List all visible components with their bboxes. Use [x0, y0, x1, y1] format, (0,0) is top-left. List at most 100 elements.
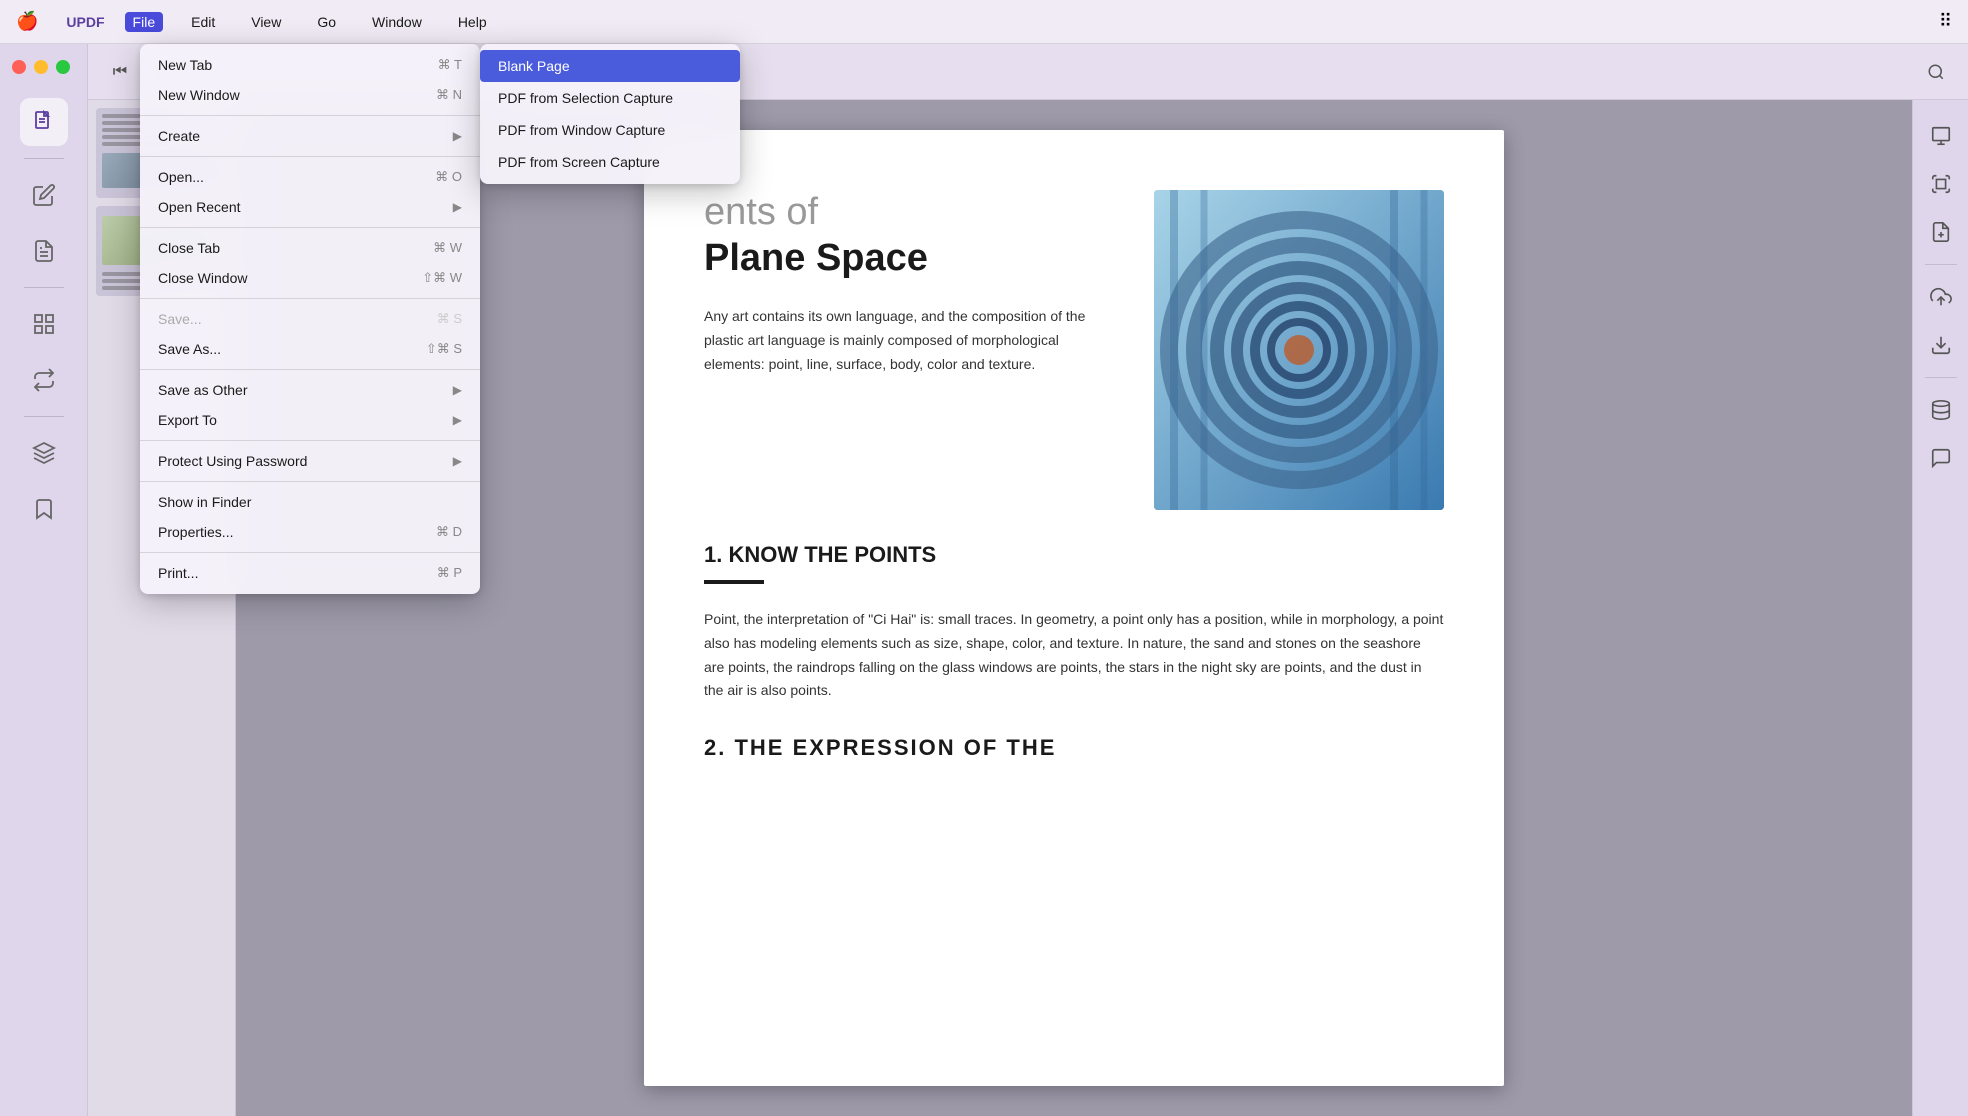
right-sidebar-divider-1 — [1925, 264, 1957, 265]
pdf-top-text: ents of Plane Space Any art contains its… — [704, 190, 1114, 510]
menu-open-shortcut: ⌘ O — [435, 169, 462, 185]
sidebar-divider-1 — [24, 158, 64, 159]
chat-button[interactable] — [1921, 438, 1961, 478]
app-name[interactable]: UPDF — [66, 14, 104, 30]
menu-show-finder-label: Show in Finder — [158, 494, 251, 510]
menubar-view[interactable]: View — [243, 12, 289, 32]
menu-item-save-as-other[interactable]: Save as Other ▶ — [140, 375, 480, 405]
menu-item-close-tab[interactable]: Close Tab ⌘ W — [140, 233, 480, 263]
control-strip: ⠿ — [1939, 11, 1952, 32]
pdf-page: ents of Plane Space Any art contains its… — [644, 130, 1504, 1086]
menu-sep-6 — [140, 440, 480, 441]
menu-sep-5 — [140, 369, 480, 370]
menu-sep-3 — [140, 227, 480, 228]
apple-menu-icon[interactable]: 🍎 — [16, 11, 38, 32]
submenu-item-pdf-screen[interactable]: PDF from Screen Capture — [480, 146, 740, 178]
file-menu[interactable]: New Tab ⌘ T New Window ⌘ N Create ▶ Open… — [140, 44, 480, 594]
menu-print-label: Print... — [158, 565, 198, 581]
sidebar-divider-3 — [24, 416, 64, 417]
menu-item-new-tab[interactable]: New Tab ⌘ T — [140, 50, 480, 80]
sidebar-item-document[interactable] — [20, 98, 68, 146]
pdf-heading: ents of Plane Space — [704, 190, 1114, 281]
menu-close-tab-label: Close Tab — [158, 240, 220, 256]
menu-item-export-to[interactable]: Export To ▶ — [140, 405, 480, 435]
menubar-go[interactable]: Go — [309, 12, 344, 32]
sidebar-divider-2 — [24, 287, 64, 288]
scan-button[interactable] — [1921, 164, 1961, 204]
submenu-pdf-screen-label: PDF from Screen Capture — [498, 154, 660, 170]
tunnel-svg — [1154, 190, 1444, 510]
menu-save-as-label: Save As... — [158, 341, 221, 357]
menubar-window[interactable]: Window — [364, 12, 430, 32]
pdf-image-tunnel — [1154, 190, 1444, 510]
menu-save-label: Save... — [158, 311, 202, 327]
sidebar-item-edit[interactable] — [20, 171, 68, 219]
sidebar-item-bookmark[interactable] — [20, 485, 68, 533]
menu-close-tab-shortcut: ⌘ W — [433, 240, 462, 256]
menu-item-create[interactable]: Create ▶ — [140, 121, 480, 151]
menu-close-window-label: Close Window — [158, 270, 247, 286]
menu-save-as-other-label: Save as Other — [158, 382, 248, 398]
menubar-edit[interactable]: Edit — [183, 12, 223, 32]
sidebar-item-annotate[interactable] — [20, 227, 68, 275]
submenu-item-blank-page[interactable]: Blank Page — [480, 50, 740, 82]
menu-item-properties[interactable]: Properties... ⌘ D — [140, 517, 480, 547]
submenu-item-pdf-window[interactable]: PDF from Window Capture — [480, 114, 740, 146]
sidebar-right — [1912, 100, 1968, 1116]
menu-new-tab-shortcut: ⌘ T — [438, 57, 462, 73]
menu-new-tab-label: New Tab — [158, 57, 212, 73]
heading-part2: Plane Space — [704, 237, 928, 279]
menu-open-recent-label: Open Recent — [158, 199, 241, 215]
sidebar-item-layers[interactable] — [20, 429, 68, 477]
download-button[interactable] — [1921, 325, 1961, 365]
pdf-content: ents of Plane Space Any art contains its… — [236, 100, 1912, 1116]
menu-export-label: Export To — [158, 412, 217, 428]
menu-save-as-other-arrow: ▶ — [453, 383, 462, 397]
first-page-button[interactable]: ⏮ — [104, 56, 136, 88]
menu-properties-shortcut: ⌘ D — [436, 524, 462, 540]
menu-sep-1 — [140, 115, 480, 116]
menu-create-arrow: ▶ — [453, 129, 462, 143]
menu-item-open[interactable]: Open... ⌘ O — [140, 162, 480, 192]
menu-item-show-finder[interactable]: Show in Finder — [140, 487, 480, 517]
sidebar-item-organize[interactable] — [20, 300, 68, 348]
menubar-file[interactable]: File — [125, 12, 164, 32]
menu-sep-4 — [140, 298, 480, 299]
traffic-lights — [0, 60, 70, 74]
sidebar-left — [0, 44, 88, 1116]
ocr-button[interactable] — [1921, 116, 1961, 156]
menu-item-save[interactable]: Save... ⌘ S — [140, 304, 480, 334]
menu-item-print[interactable]: Print... ⌘ P — [140, 558, 480, 588]
fullscreen-button[interactable] — [56, 60, 70, 74]
menu-item-open-recent[interactable]: Open Recent ▶ — [140, 192, 480, 222]
menu-save-as-shortcut: ⇧⌘ S — [426, 341, 462, 357]
menu-item-protect[interactable]: Protect Using Password ▶ — [140, 446, 480, 476]
menubar-help[interactable]: Help — [450, 12, 495, 32]
section-1-title: 1. KNOW THE POINTS — [704, 542, 1444, 568]
section-divider — [704, 580, 764, 584]
extract-button[interactable] — [1921, 212, 1961, 252]
storage-button[interactable] — [1921, 390, 1961, 430]
menu-protect-arrow: ▶ — [453, 454, 462, 468]
submenu-item-pdf-selection[interactable]: PDF from Selection Capture — [480, 82, 740, 114]
menubar: 🍎 UPDF File Edit View Go Window Help ⠿ — [0, 0, 1968, 44]
tunnel-art — [1154, 190, 1444, 510]
menu-open-label: Open... — [158, 169, 204, 185]
create-submenu[interactable]: Blank Page PDF from Selection Capture PD… — [480, 44, 740, 184]
pdf-paragraph-1: Any art contains its own language, and t… — [704, 305, 1114, 376]
menu-item-save-as[interactable]: Save As... ⇧⌘ S — [140, 334, 480, 364]
upload-button[interactable] — [1921, 277, 1961, 317]
menu-item-new-window[interactable]: New Window ⌘ N — [140, 80, 480, 110]
sidebar-item-convert[interactable] — [20, 356, 68, 404]
section-2-title: 2. THE EXPRESSION OF THE — [704, 735, 1444, 761]
search-button[interactable] — [1920, 56, 1952, 88]
minimize-button[interactable] — [34, 60, 48, 74]
heading-part1: ents of — [704, 191, 818, 233]
menu-item-close-window[interactable]: Close Window ⇧⌘ W — [140, 263, 480, 293]
menu-properties-label: Properties... — [158, 524, 233, 540]
right-sidebar-divider-2 — [1925, 377, 1957, 378]
menu-new-window-shortcut: ⌘ N — [436, 87, 462, 103]
menu-sep-8 — [140, 552, 480, 553]
menu-close-window-shortcut: ⇧⌘ W — [422, 270, 462, 286]
close-button[interactable] — [12, 60, 26, 74]
